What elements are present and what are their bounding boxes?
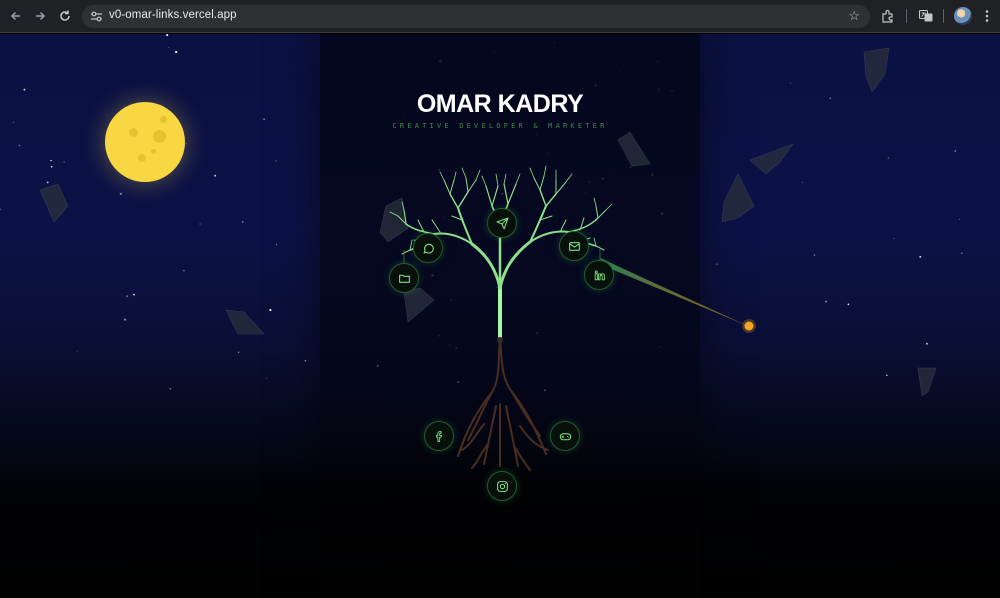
back-arrow-icon[interactable] <box>8 8 24 24</box>
instagram-link-button[interactable] <box>487 471 517 501</box>
link-tree-illustration <box>389 165 756 471</box>
linkedin-icon <box>594 269 605 280</box>
facebook-link-button[interactable] <box>424 421 454 451</box>
instagram-icon <box>496 480 508 492</box>
linkedin-link-button[interactable] <box>584 260 614 290</box>
extensions-icon[interactable] <box>880 8 896 24</box>
reload-icon[interactable] <box>57 8 73 24</box>
comet-trail <box>600 258 748 326</box>
trunk-base <box>497 337 503 343</box>
toolbar-divider <box>943 9 944 23</box>
send-link-button[interactable] <box>487 208 517 238</box>
chat-link-button[interactable] <box>413 233 443 263</box>
folder-link-button[interactable] <box>389 263 419 293</box>
tree-roots <box>457 339 549 471</box>
site-settings-icon[interactable] <box>90 10 103 23</box>
translate-icon[interactable] <box>918 8 934 24</box>
bookmark-star-icon[interactable]: ☆ <box>848 8 860 24</box>
url-text[interactable]: v0-omar-links.vercel.app <box>109 9 237 21</box>
chat-bubble-icon <box>423 243 434 253</box>
profile-avatar[interactable] <box>954 7 972 25</box>
browser-toolbar: v0-omar-links.vercel.app ☆ <box>0 0 1000 33</box>
more-menu-icon[interactable] <box>984 8 990 27</box>
gamepad-link-button[interactable] <box>550 421 580 451</box>
mail-icon <box>568 241 580 251</box>
gamepad-icon <box>559 432 571 440</box>
forward-arrow-icon[interactable] <box>32 8 48 24</box>
send-icon <box>496 217 508 229</box>
page-viewport: OMAR KADRY CREATIVE DEVELOPER & MARKETER <box>0 34 1000 598</box>
address-bar[interactable]: v0-omar-links.vercel.app ☆ <box>82 5 870 28</box>
facebook-icon <box>435 430 442 442</box>
mail-link-button[interactable] <box>559 231 589 261</box>
toolbar-divider <box>906 9 907 23</box>
folder-icon <box>398 274 410 283</box>
comet-glow <box>742 319 756 333</box>
